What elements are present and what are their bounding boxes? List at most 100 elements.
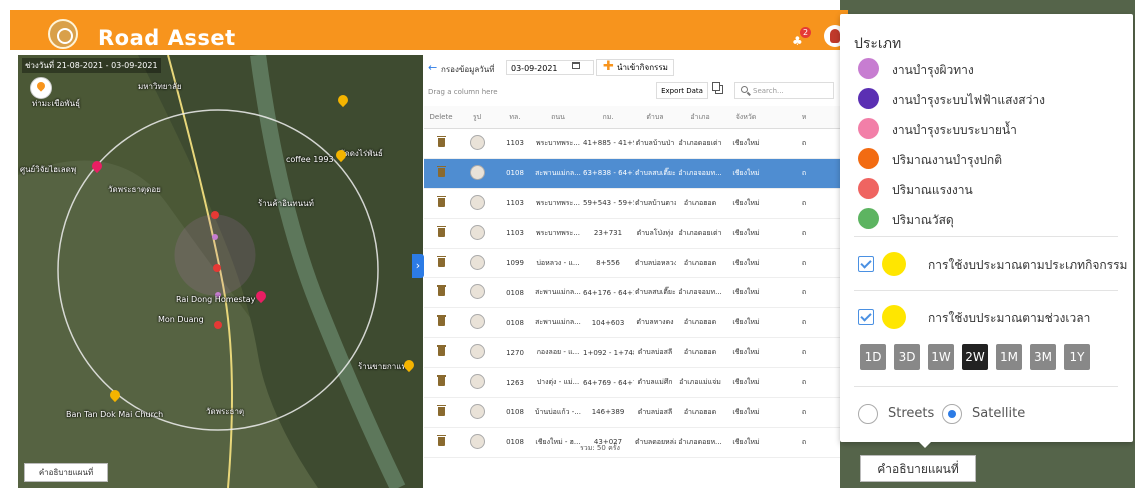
trash-icon[interactable] (436, 225, 446, 237)
column-header[interactable]: ห (768, 106, 840, 129)
trash-icon[interactable] (436, 315, 446, 327)
back-arrow-icon[interactable]: ← (428, 61, 437, 74)
map-label: ร้านค้าอินทนนท์ (258, 199, 314, 208)
map-legend-button-2[interactable]: คำอธิบายแผนที่ (860, 455, 976, 482)
column-header[interactable]: จังหวัด (724, 106, 768, 129)
cell-amphoe: อำเภอดอยเต่า (676, 218, 724, 249)
table-row[interactable]: 1103 พระบาทพระ... 59+543 - 59+5 ตำบลบ้านตาล… (424, 188, 840, 219)
column-header[interactable]: Delete (424, 106, 458, 129)
photo-thumbnail-icon[interactable] (469, 403, 485, 419)
delete-cell[interactable] (424, 397, 458, 428)
import-activity-button[interactable]: ✚ นำเข้ากิจกรรม (596, 59, 674, 76)
location-pin-icon[interactable] (30, 77, 52, 99)
delete-cell[interactable] (424, 248, 458, 279)
cell-province: เชียงใหม่ (724, 218, 768, 249)
table-row[interactable]: 1103 พระบาทพระ... 23+731 ตำบลโป่งทุ่ง อำเภอด… (424, 218, 840, 249)
total-count: รวม: 50 ครั้ง (580, 444, 620, 452)
date-input[interactable]: 03-09-2021 (506, 60, 594, 75)
photo-cell[interactable] (458, 337, 496, 369)
trash-icon[interactable] (436, 135, 446, 147)
photo-thumbnail-icon[interactable] (469, 374, 485, 390)
satellite-radio[interactable] (942, 404, 962, 424)
column-header[interactable]: กม. (582, 106, 634, 129)
table-row[interactable]: 0108 บ้านบ่อแก้ว -... 146+389 ตำบลบ่อสลี อำเ… (424, 397, 840, 428)
photo-thumbnail-icon[interactable] (469, 164, 485, 180)
cell-amphoe: อำเภอจอมท... (676, 158, 724, 189)
trash-icon[interactable] (436, 345, 446, 357)
photo-cell[interactable] (458, 307, 496, 339)
trash-icon[interactable] (436, 404, 446, 416)
period-button-1d[interactable]: 1D (860, 344, 886, 370)
photo-cell[interactable] (458, 158, 496, 189)
cell-extra: ถ (768, 307, 840, 339)
delete-cell[interactable] (424, 128, 458, 159)
photo-thumbnail-icon[interactable] (469, 194, 485, 210)
column-header[interactable]: รูป (458, 106, 496, 129)
yellow-marker-icon (882, 252, 906, 276)
photo-thumbnail-icon[interactable] (469, 284, 485, 300)
column-header[interactable]: ทล. (496, 106, 534, 129)
map-view[interactable]: ช่วงวันที่ 21-08-2021 - 03-09-2021 มหาวิ… (18, 55, 423, 488)
period-button-3m[interactable]: 3M (1030, 344, 1056, 370)
photo-cell[interactable] (458, 188, 496, 219)
search-input[interactable]: Search... (734, 82, 834, 99)
delete-cell[interactable] (424, 218, 458, 249)
cell-province: เชียงใหม่ (724, 248, 768, 279)
photo-cell[interactable] (458, 128, 496, 159)
delete-cell[interactable] (424, 188, 458, 219)
photo-cell[interactable] (458, 218, 496, 249)
photo-cell[interactable] (458, 277, 496, 309)
photo-thumbnail-icon[interactable] (469, 224, 485, 240)
photo-thumbnail-icon[interactable] (469, 254, 485, 270)
period-button-3d[interactable]: 3D (894, 344, 920, 370)
trash-icon[interactable] (436, 195, 446, 207)
table-row[interactable]: 0108 สะพานแม่กล... 64+176 - 64+1 ตำบลสบเตี๊… (424, 277, 840, 309)
budget-by-time-checkbox[interactable] (858, 309, 874, 325)
app-header: Road Asset ♣ 2 (10, 10, 848, 50)
cell-extra: ถ (768, 367, 840, 399)
column-header[interactable]: ถนน (534, 106, 582, 129)
table-row[interactable]: 1099 บ่อหลวง - แ... 8+556 ตำบลบ่อหลวง อำเภอฮ… (424, 248, 840, 279)
streets-radio[interactable] (858, 404, 878, 424)
period-button-1w[interactable]: 1W (928, 344, 954, 370)
photo-thumbnail-icon[interactable] (469, 134, 485, 150)
table-row[interactable]: 1103 พระบาทพระ... 41+885 - 41+9 ตำบลบ้านป่า… (424, 128, 840, 159)
trash-icon[interactable] (436, 255, 446, 267)
table-row[interactable]: 1263 ปางตุ่ง - แม่... 64+769 - 64+7 ตำบลแม่… (424, 367, 840, 399)
copy-icon[interactable] (712, 82, 723, 94)
photo-thumbnail-icon[interactable] (469, 344, 485, 360)
calendar-icon[interactable] (572, 62, 580, 69)
legend-color-dot-icon (858, 118, 879, 139)
table-row[interactable]: 1270 กองลอย - แ... 1+092 - 1+748 ตำบลบ่อสลี… (424, 337, 840, 369)
photo-cell[interactable] (458, 248, 496, 279)
budget-by-type-checkbox[interactable] (858, 256, 874, 272)
delete-cell[interactable] (424, 337, 458, 369)
table-row[interactable]: 0108 สะพานแม่กล... 63+838 - 64+1 ตำบลสบเตี๊… (424, 158, 840, 189)
trash-icon[interactable] (436, 285, 446, 297)
period-button-1m[interactable]: 1M (996, 344, 1022, 370)
search-placeholder: Search... (753, 87, 784, 95)
trash-icon[interactable] (436, 165, 446, 177)
column-header[interactable]: อำเภอ (676, 106, 724, 129)
trash-icon[interactable] (436, 375, 446, 387)
photo-cell[interactable] (458, 367, 496, 399)
cell-extra: ถ (768, 218, 840, 249)
table-row[interactable]: 0108 สะพานแม่กล... 104+603 ตำบลหางดง อำเภอฮอ… (424, 307, 840, 339)
photo-thumbnail-icon[interactable] (469, 314, 485, 330)
period-button-1y[interactable]: 1Y (1064, 344, 1090, 370)
delete-cell[interactable] (424, 277, 458, 309)
map-label: Mon Duang (158, 315, 204, 324)
satellite-label: Satellite (972, 406, 1026, 421)
collapse-panel-button[interactable]: › (412, 254, 424, 278)
cell-province: เชียงใหม่ (724, 188, 768, 219)
delete-cell[interactable] (424, 158, 458, 189)
map-legend-button[interactable]: คำอธิบายแผนที่ (24, 463, 108, 482)
streets-label: Streets (888, 406, 935, 421)
column-header[interactable]: ตำบล (634, 106, 676, 129)
cell-road: กองลอย - แ... (534, 337, 582, 369)
delete-cell[interactable] (424, 367, 458, 399)
delete-cell[interactable] (424, 307, 458, 339)
photo-cell[interactable] (458, 397, 496, 428)
export-data-button[interactable]: Export Data (656, 82, 708, 99)
period-button-2w[interactable]: 2W (962, 344, 988, 370)
